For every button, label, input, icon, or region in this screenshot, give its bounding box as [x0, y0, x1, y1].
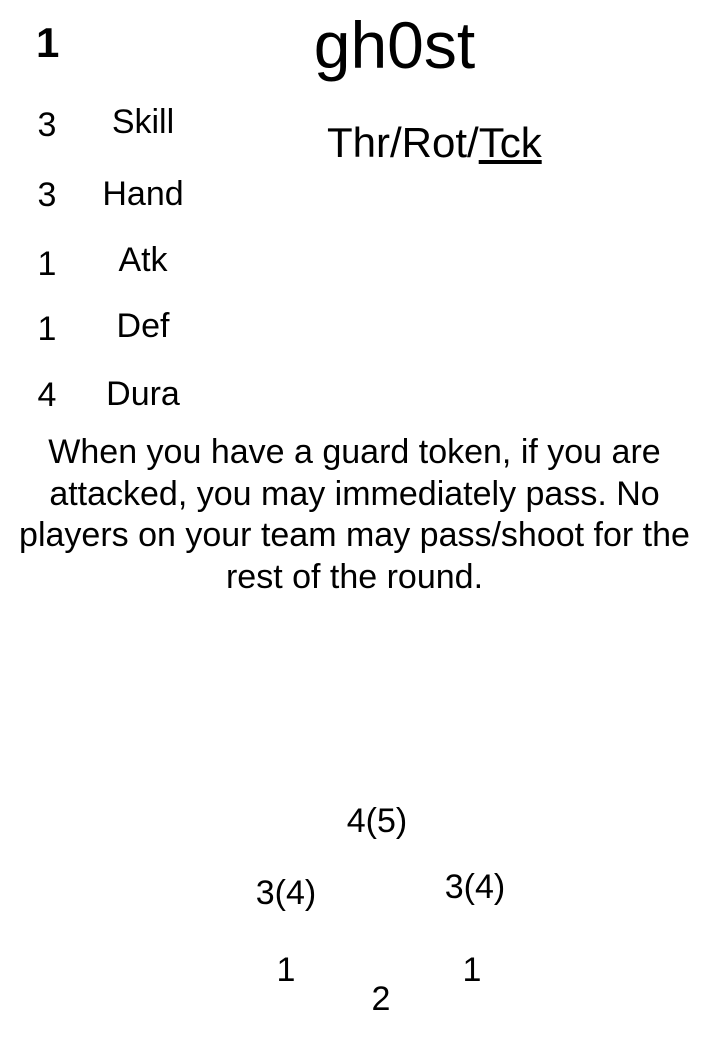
- stat-def-label: Def: [116, 307, 170, 345]
- zone-right-mid: 3(4): [444, 868, 506, 906]
- stat-skill-label: Skill: [111, 103, 175, 141]
- zone-left-low: 1: [276, 951, 296, 989]
- stat-skill-value: 3: [37, 106, 57, 144]
- role-tck-active: Tck: [478, 119, 542, 166]
- card-name: gh0st: [313, 8, 476, 82]
- stat-dura-value: 4: [37, 376, 57, 414]
- stat-atk-value: 1: [37, 245, 57, 283]
- zone-bottom: 2: [371, 980, 391, 1018]
- ability-text: When you have a guard token, if you are …: [19, 433, 690, 596]
- zone-right-low: 1: [462, 951, 482, 989]
- stat-dura-label: Dura: [106, 375, 180, 413]
- role-separator: /: [390, 119, 402, 166]
- zone-top: 4(5): [346, 802, 408, 840]
- zone-left-mid: 3(4): [255, 874, 317, 912]
- role-separator: /: [467, 119, 479, 166]
- stat-def-value: 1: [37, 310, 57, 348]
- role-list: Thr/Rot/Tck: [327, 122, 542, 164]
- stat-hand-value: 3: [37, 176, 57, 214]
- stat-hand-label: Hand: [102, 175, 184, 213]
- role-rot: Rot: [401, 119, 468, 166]
- role-thr: Thr: [327, 119, 390, 166]
- stat-atk-label: Atk: [118, 241, 168, 279]
